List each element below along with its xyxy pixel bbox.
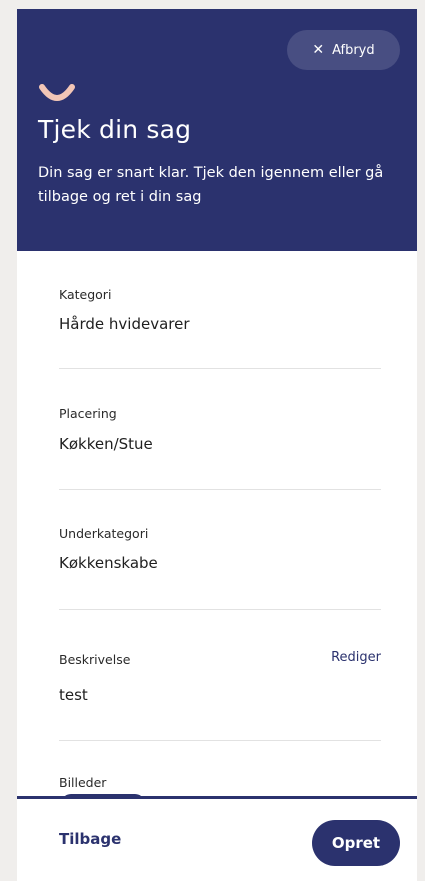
app-window: ✕ Afbryd Tjek din sag Din sag er snart k… bbox=[17, 9, 417, 881]
create-button[interactable]: Opret bbox=[312, 820, 400, 866]
field-value: Hårde hvidevarer bbox=[59, 315, 190, 333]
field-label: Placering bbox=[59, 406, 117, 421]
cancel-button[interactable]: ✕ Afbryd bbox=[287, 30, 400, 70]
back-button[interactable]: Tilbage bbox=[59, 830, 121, 848]
field-value: Køkken/Stue bbox=[59, 435, 153, 453]
field-label: Beskrivelse bbox=[59, 652, 131, 667]
divider bbox=[59, 489, 381, 490]
page-subtitle: Din sag er snart klar. Tjek den igennem … bbox=[38, 165, 384, 205]
smile-icon bbox=[39, 84, 75, 101]
field-label: Underkategori bbox=[59, 526, 149, 541]
header: ✕ Afbryd Tjek din sag Din sag er snart k… bbox=[17, 9, 417, 251]
close-icon: ✕ bbox=[312, 42, 325, 58]
field-value: Køkkenskabe bbox=[59, 554, 158, 572]
divider bbox=[59, 609, 381, 610]
case-summary: Kategori Hårde hvidevarer Placering Køkk… bbox=[17, 251, 417, 796]
field-label: Billeder bbox=[59, 775, 107, 790]
footer-bar: Tilbage Opret bbox=[17, 796, 417, 881]
field-label: Kategori bbox=[59, 287, 112, 302]
page-title: Tjek din sag bbox=[38, 115, 192, 144]
edit-description-link[interactable]: Rediger bbox=[331, 650, 381, 665]
cancel-label: Afbryd bbox=[332, 42, 375, 58]
divider bbox=[59, 368, 381, 369]
field-value: test bbox=[59, 686, 88, 704]
create-label: Opret bbox=[331, 834, 381, 852]
divider bbox=[59, 740, 381, 741]
